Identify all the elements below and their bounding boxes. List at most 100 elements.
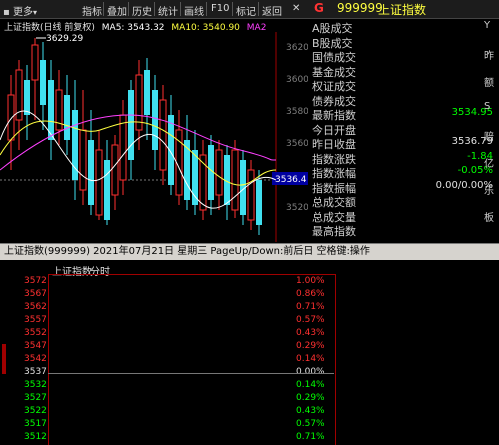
- ladder-price: 3572: [24, 276, 47, 286]
- ladder-price: 3552: [24, 328, 47, 338]
- edge-label: 额: [484, 78, 494, 89]
- candle-body: [215, 149, 223, 196]
- ladder-percent: 0.14%: [296, 380, 325, 390]
- back-button[interactable]: 返回: [262, 3, 282, 18]
- price-ladder-row: 3527 0.29%: [0, 393, 330, 406]
- popup-title: 上证指数(999999) 2021年07月21日 星期三 PageUp/Down…: [0, 244, 499, 260]
- price-ladder-row: 3532 0.14%: [0, 380, 330, 393]
- price-ladder-row: 3547 0.29%: [0, 341, 330, 354]
- divider: [258, 2, 259, 16]
- quote-row: 指数振幅 0.00/0.00%: [312, 180, 497, 195]
- candle-body: [31, 44, 39, 81]
- quote-row: A股成交: [312, 20, 497, 35]
- quote-row: 总成交额: [312, 194, 497, 209]
- price-ladder-row: 3522 0.43%: [0, 406, 330, 419]
- ladder-price: 3527: [24, 393, 47, 403]
- candle-body: [152, 90, 158, 150]
- ladder-price: 3517: [24, 419, 47, 429]
- mark-button[interactable]: 标记: [236, 3, 256, 18]
- candle-body: [256, 180, 262, 225]
- candles-group: [0, 38, 277, 235]
- price-ladder-row: 3552 0.43%: [0, 328, 330, 341]
- divider: [206, 2, 207, 16]
- intraday-popup[interactable]: 上证指数(999999) 2021年07月21日 星期三 PageUp/Down…: [0, 243, 499, 445]
- candle-body: [128, 90, 134, 160]
- candle-body: [7, 94, 15, 141]
- ladder-percent: 0.29%: [296, 393, 325, 403]
- quote-row: 国债成交: [312, 49, 497, 64]
- statistics-button[interactable]: 统计: [158, 3, 178, 18]
- quote-row: 基金成交: [312, 64, 497, 79]
- candle-body: [104, 160, 110, 220]
- ladder-price: 3567: [24, 289, 47, 299]
- ladder-percent: 0.57%: [296, 315, 325, 325]
- f10-button[interactable]: F10: [211, 3, 229, 14]
- ladder-percent: 0.29%: [296, 341, 325, 351]
- ladder-percent: 0.43%: [296, 406, 325, 416]
- ladder-percent: 0.71%: [296, 432, 325, 442]
- edge-label: 亿: [484, 159, 494, 170]
- candle-body: [64, 95, 70, 140]
- ladder-price: 3522: [24, 406, 47, 416]
- quote-row: 最高指数: [312, 223, 497, 238]
- quote-label: 最高指数: [312, 225, 356, 238]
- edge-label: 乐: [484, 186, 494, 197]
- price-ladder-row: 3567 0.86%: [0, 289, 330, 302]
- more-menu-button[interactable]: ▪ 更多▾: [3, 3, 37, 18]
- close-icon: ✕: [292, 3, 301, 14]
- ladder-price: 3547: [24, 341, 47, 351]
- edge-label: 板: [484, 213, 494, 224]
- quote-row: 债券成交: [312, 93, 497, 108]
- ladder-price: 3562: [24, 302, 47, 312]
- ladder-percent: 1.00%: [296, 276, 325, 286]
- price-ladder-row: 3562 0.71%: [0, 302, 330, 315]
- ladder-price: 3557: [24, 315, 47, 325]
- quote-row: B股成交: [312, 35, 497, 50]
- candlestick-chart[interactable]: 3620 3600 3580 3560 3520 3536.4 3629.29: [0, 20, 308, 242]
- price-ladder-row: 3557 0.57%: [0, 315, 330, 328]
- candle-body: [95, 149, 103, 216]
- draw-line-button[interactable]: 画线: [184, 3, 204, 18]
- quote-row: 昨日收盘 3536.79: [312, 136, 497, 151]
- indicator-button[interactable]: 指标: [82, 3, 102, 18]
- edge-label: S: [484, 101, 491, 112]
- candle-body: [88, 140, 94, 205]
- candle-body: [24, 80, 30, 115]
- candle-body: [159, 99, 167, 171]
- quote-row: 指数涨幅 -0.05%: [312, 165, 497, 180]
- group-badge: G: [314, 1, 324, 15]
- ladder-percent: 0.43%: [296, 328, 325, 338]
- quote-panel: A股成交 B股成交 国债成交 基金成交 权证成交 债券成交 最新指数 3534.95 今日开盘昨…: [308, 20, 499, 242]
- ladder-price: 3542: [24, 354, 47, 364]
- axis-tick: 3620: [286, 43, 308, 53]
- divider: [128, 2, 129, 16]
- axis-tick: 3560: [286, 139, 308, 149]
- candle-body: [111, 144, 119, 196]
- candle-body: [79, 129, 87, 191]
- candle-body: [247, 169, 255, 221]
- ladder-price: 3537: [24, 367, 47, 377]
- ladder-percent: 0.71%: [296, 302, 325, 312]
- close-button[interactable]: ✕: [292, 3, 300, 14]
- quote-row: 最新指数 3534.95: [312, 107, 497, 122]
- quote-row: 今日开盘: [312, 122, 497, 137]
- chevron-down-icon: ▾: [32, 8, 37, 17]
- ladder-percent: 0.00%: [296, 367, 325, 377]
- high-price-label: 3629.29: [46, 34, 83, 44]
- quote-row: 权证成交: [312, 78, 497, 93]
- divider: [232, 2, 233, 16]
- divider: [103, 2, 104, 16]
- candle-body: [119, 114, 127, 181]
- candle-body: [231, 149, 239, 211]
- stock-name: 上证指数: [378, 3, 427, 17]
- price-ladder-row: 3542 0.14%: [0, 354, 330, 367]
- menu-icon: ▪: [3, 7, 10, 18]
- prev-close-line: [48, 373, 334, 374]
- ladder-percent: 0.57%: [296, 419, 325, 429]
- history-button[interactable]: 历史: [132, 3, 152, 18]
- candle-body: [72, 110, 78, 180]
- overlay-button[interactable]: 叠加: [107, 3, 127, 18]
- ladder-percent: 0.86%: [296, 289, 325, 299]
- candle-body: [40, 60, 46, 105]
- edge-label: Y: [484, 20, 491, 31]
